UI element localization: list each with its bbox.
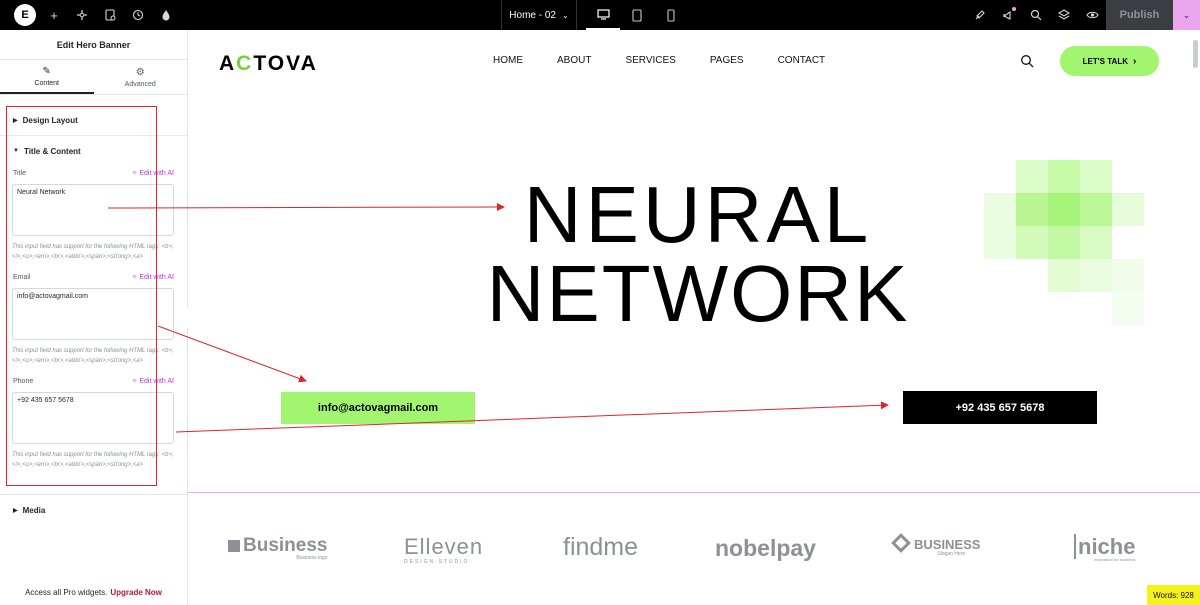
page-selector[interactable]: Home - 02 ⌄ <box>501 0 577 30</box>
mobile-icon[interactable] <box>654 0 688 30</box>
business-mark-icon <box>228 540 240 552</box>
tab-content[interactable]: ✎ Content <box>0 60 94 94</box>
brand-name: nobelpay <box>715 535 816 561</box>
nav-pages[interactable]: PAGES <box>710 55 744 66</box>
nav-services[interactable]: SERVICES <box>625 55 675 66</box>
pro-upsell-text: Access all Pro widgets. <box>25 587 108 597</box>
page-name: Home - 02 <box>509 9 556 21</box>
tab-content-label: Content <box>34 79 60 87</box>
brand-name: niche <box>1074 534 1136 559</box>
elementor-logo-icon[interactable]: E <box>14 4 36 26</box>
launch-icon[interactable] <box>966 0 994 30</box>
search-icon[interactable] <box>1022 0 1050 30</box>
brand-name: BUSINESS <box>914 537 981 552</box>
add-element-icon[interactable]: + <box>40 0 68 30</box>
hero-title-line1: NEURAL <box>523 170 873 259</box>
phone-button[interactable]: +92 435 657 5678 <box>903 391 1097 424</box>
device-switcher <box>586 0 688 30</box>
brand-logo-business-2: BUSINESS Slogan Here <box>891 533 981 557</box>
caret-right-icon: ▶ <box>13 507 18 514</box>
word-count-badge: Words: 928 <box>1147 585 1200 605</box>
chevron-right-icon: › <box>1132 55 1137 67</box>
hero-title[interactable]: NEURAL NETWORK <box>458 170 938 338</box>
panel-title: Edit Hero Banner <box>0 30 187 60</box>
hero-title-line2: NETWORK <box>486 249 910 338</box>
nav-home[interactable]: HOME <box>493 55 523 66</box>
logo-part: TOVA <box>253 52 318 75</box>
section-media-label: Media <box>22 505 46 515</box>
lets-talk-button[interactable]: LET'S TALK › <box>1060 46 1159 76</box>
site-settings-icon[interactable] <box>152 0 180 30</box>
upgrade-now-link[interactable]: Upgrade Now <box>110 588 162 597</box>
gear-icon: ⚙ <box>135 66 145 78</box>
pro-upsell-footer: Access all Pro widgets. Upgrade Now <box>0 579 187 605</box>
diamond-mark-icon <box>891 533 911 553</box>
brand-logos-row: Business Business logo Elleven DESIGN ST… <box>188 530 1200 570</box>
brand-name: findme <box>563 533 639 561</box>
section-boundary <box>188 492 1200 493</box>
brand-logo-elleven: Elleven DESIGN STUDIO <box>404 534 483 565</box>
actova-logo[interactable]: ACTOVA <box>219 52 318 76</box>
editor-topbar: E + Home - 02 ⌄ Publish ⌄ <box>0 0 1200 30</box>
structure-icon[interactable] <box>68 0 96 30</box>
brand-logo-nobelpay: nobelpay <box>715 535 816 562</box>
brand-name: Elleven <box>404 534 484 559</box>
desktop-icon[interactable] <box>586 0 620 30</box>
annotation-highlight-box <box>6 106 157 486</box>
nav-about[interactable]: ABOUT <box>557 55 591 66</box>
publish-options-chevron-icon[interactable]: ⌄ <box>1173 0 1200 30</box>
brand-name: Business <box>243 535 328 556</box>
site-search-icon[interactable] <box>1020 54 1034 68</box>
brand-logo-business: Business Business logo <box>228 535 327 561</box>
nav-contact[interactable]: CONTACT <box>778 55 826 66</box>
page-settings-icon[interactable] <box>96 0 124 30</box>
preview-icon[interactable] <box>1078 0 1106 30</box>
notifications-icon[interactable] <box>994 0 1022 30</box>
tab-advanced-label: Advanced <box>124 80 156 88</box>
layers-icon[interactable] <box>1050 0 1078 30</box>
site-navigation: HOME ABOUT SERVICES PAGES CONTACT <box>493 55 825 66</box>
section-media[interactable]: ▶ Media <box>0 495 187 525</box>
logo-accent: C <box>236 52 254 75</box>
canvas-scrollbar[interactable] <box>1193 40 1198 68</box>
brand-logo-findme: findme <box>563 533 638 562</box>
tab-advanced[interactable]: ⚙ Advanced <box>94 60 188 94</box>
brand-logo-niche: niche Innovation for business <box>1074 534 1136 562</box>
publish-button[interactable]: Publish <box>1106 0 1173 30</box>
panel-tabs: ✎ Content ⚙ Advanced <box>0 60 187 95</box>
history-icon[interactable] <box>124 0 152 30</box>
lets-talk-label: LET'S TALK <box>1082 56 1128 66</box>
tablet-icon[interactable] <box>620 0 654 30</box>
logo-part: A <box>219 52 237 75</box>
preview-canvas: ACTOVA HOME ABOUT SERVICES PAGES CONTACT… <box>188 30 1200 605</box>
pencil-icon: ✎ <box>42 65 51 77</box>
email-button[interactable]: info@actovagmail.com <box>281 392 475 424</box>
chevron-down-icon: ⌄ <box>561 10 569 20</box>
